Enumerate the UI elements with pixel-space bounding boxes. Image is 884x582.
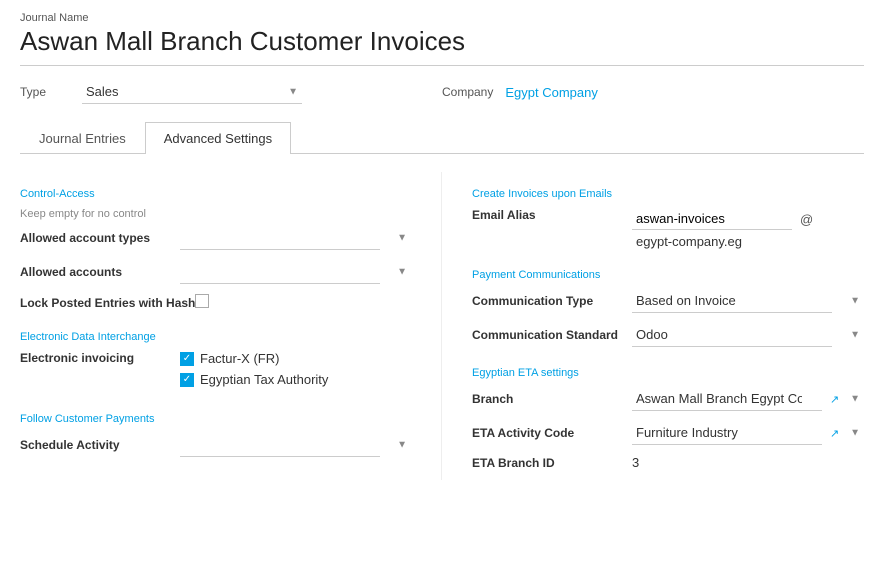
communication-standard-label: Communication Standard	[472, 328, 632, 342]
follow-payments-section: Follow Customer Payments Schedule Activi…	[20, 413, 411, 457]
electronic-invoicing-checkboxes: Factur-X (FR) Egyptian Tax Authority	[180, 351, 411, 393]
company-link[interactable]: Egypt Company	[505, 85, 598, 100]
communication-type-label: Communication Type	[472, 294, 632, 308]
journal-name-label: Journal Name	[20, 12, 864, 24]
communication-type-select-wrapper[interactable]: Based on Invoice ▼	[632, 289, 864, 313]
schedule-activity-select[interactable]	[180, 433, 380, 457]
branch-select[interactable]: Aswan Mall Branch Egypt Company	[632, 387, 822, 411]
branch-row: Branch Aswan Mall Branch Egypt Company ▼…	[472, 387, 864, 411]
allowed-accounts-select[interactable]	[180, 260, 380, 284]
branch-label: Branch	[472, 392, 632, 406]
eta-branch-id-value: 3	[632, 455, 864, 470]
lock-posted-checkbox[interactable]	[195, 294, 209, 308]
branch-select-wrapper[interactable]: Aswan Mall Branch Egypt Company ▼ ↗	[632, 387, 864, 411]
facturx-checkbox[interactable]	[180, 352, 194, 366]
allowed-accounts-row: Allowed accounts ▼	[20, 260, 411, 284]
eta-label: Egyptian Tax Authority	[200, 372, 328, 387]
eta-activity-code-arrow-icon: ▼	[850, 428, 860, 439]
schedule-activity-label: Schedule Activity	[20, 438, 180, 452]
eta-activity-code-select[interactable]: Furniture Industry	[632, 421, 822, 445]
email-alias-value: @ egypt-company.eg	[632, 208, 864, 249]
allowed-accounts-select-wrapper[interactable]: ▼	[180, 260, 411, 284]
journal-title: Aswan Mall Branch Customer Invoices	[20, 26, 864, 66]
payment-communications-section: Payment Communications Communication Typ…	[472, 269, 864, 347]
allowed-account-types-label: Allowed account types	[20, 231, 180, 245]
eta-branch-id-row: ETA Branch ID 3	[472, 455, 864, 470]
lock-posted-row: Lock Posted Entries with Hash	[20, 294, 411, 311]
email-domain: egypt-company.eg	[632, 234, 864, 249]
schedule-activity-arrow-icon: ▼	[397, 440, 407, 451]
tabs-container: Journal Entries Advanced Settings	[20, 122, 864, 154]
create-invoices-section: Create Invoices upon Emails Email Alias …	[472, 188, 864, 249]
lock-posted-value	[195, 294, 411, 311]
eta-activity-code-label: ETA Activity Code	[472, 426, 632, 440]
branch-external-link-icon[interactable]: ↗	[830, 393, 839, 406]
allowed-accounts-label: Allowed accounts	[20, 265, 180, 279]
communication-standard-select-wrapper[interactable]: Odoo ▼	[632, 323, 864, 347]
electronic-data-section: Electronic Data Interchange Electronic i…	[20, 331, 411, 393]
type-select-wrapper[interactable]: Sales ▼	[82, 80, 302, 104]
tab-advanced-settings[interactable]: Advanced Settings	[145, 122, 291, 154]
electronic-data-title: Electronic Data Interchange	[20, 331, 411, 343]
allowed-account-types-arrow-icon: ▼	[397, 233, 407, 244]
email-at-symbol: @	[800, 212, 813, 227]
communication-type-arrow-icon: ▼	[850, 296, 860, 307]
branch-arrow-icon: ▼	[850, 394, 860, 405]
tab-journal-entries[interactable]: Journal Entries	[20, 122, 145, 154]
email-alias-row: Email Alias @ egypt-company.eg	[472, 208, 864, 249]
company-label: Company	[442, 85, 493, 99]
control-access-section: Control-Access Keep empty for no control…	[20, 188, 411, 311]
payment-communications-title: Payment Communications	[472, 269, 864, 281]
electronic-invoicing-label: Electronic invoicing	[20, 351, 180, 365]
two-col-layout: Control-Access Keep empty for no control…	[20, 172, 864, 480]
allowed-accounts-arrow-icon: ▼	[397, 267, 407, 278]
email-alias-label: Email Alias	[472, 208, 632, 222]
lock-posted-label: Lock Posted Entries with Hash	[20, 296, 195, 310]
page-container: Journal Name Aswan Mall Branch Customer …	[0, 0, 884, 492]
communication-standard-row: Communication Standard Odoo ▼	[472, 323, 864, 347]
facturx-label: Factur-X (FR)	[200, 351, 279, 366]
eta-branch-id-label: ETA Branch ID	[472, 456, 632, 470]
egyptian-eta-title: Egyptian ETA settings	[472, 367, 864, 379]
eta-branch-id-text: 3	[632, 455, 639, 470]
communication-type-row: Communication Type Based on Invoice ▼	[472, 289, 864, 313]
eta-activity-code-external-link-icon[interactable]: ↗	[830, 427, 839, 440]
schedule-activity-select-wrapper[interactable]: ▼	[180, 433, 411, 457]
control-access-sublabel: Keep empty for no control	[20, 208, 411, 220]
allowed-account-types-select-wrapper[interactable]: ▼	[180, 226, 411, 250]
allowed-account-types-select[interactable]	[180, 226, 380, 250]
allowed-account-types-row: Allowed account types ▼	[20, 226, 411, 250]
schedule-activity-row: Schedule Activity ▼	[20, 433, 411, 457]
follow-payments-title: Follow Customer Payments	[20, 413, 411, 425]
type-label: Type	[20, 85, 70, 99]
communication-type-select[interactable]: Based on Invoice	[632, 289, 832, 313]
facturx-row: Factur-X (FR)	[180, 351, 411, 366]
communication-standard-select[interactable]: Odoo	[632, 323, 832, 347]
eta-activity-code-row: ETA Activity Code Furniture Industry ▼ ↗	[472, 421, 864, 445]
type-field-group: Type Sales ▼	[20, 80, 442, 104]
type-select[interactable]: Sales	[82, 80, 302, 104]
eta-activity-code-select-wrapper[interactable]: Furniture Industry ▼ ↗	[632, 421, 864, 445]
control-access-title: Control-Access	[20, 188, 411, 200]
right-column: Create Invoices upon Emails Email Alias …	[442, 172, 864, 480]
eta-checkbox[interactable]	[180, 373, 194, 387]
top-fields: Type Sales ▼ Company Egypt Company	[20, 80, 864, 104]
egyptian-eta-section: Egyptian ETA settings Branch Aswan Mall …	[472, 367, 864, 470]
create-invoices-title: Create Invoices upon Emails	[472, 188, 864, 200]
email-alias-inputs: @	[632, 208, 864, 230]
email-alias-input[interactable]	[632, 208, 792, 230]
eta-row: Egyptian Tax Authority	[180, 372, 411, 387]
communication-standard-arrow-icon: ▼	[850, 330, 860, 341]
company-field-group: Company Egypt Company	[442, 85, 864, 100]
left-column: Control-Access Keep empty for no control…	[20, 172, 442, 480]
electronic-invoicing-row: Electronic invoicing Factur-X (FR) Egypt…	[20, 351, 411, 393]
